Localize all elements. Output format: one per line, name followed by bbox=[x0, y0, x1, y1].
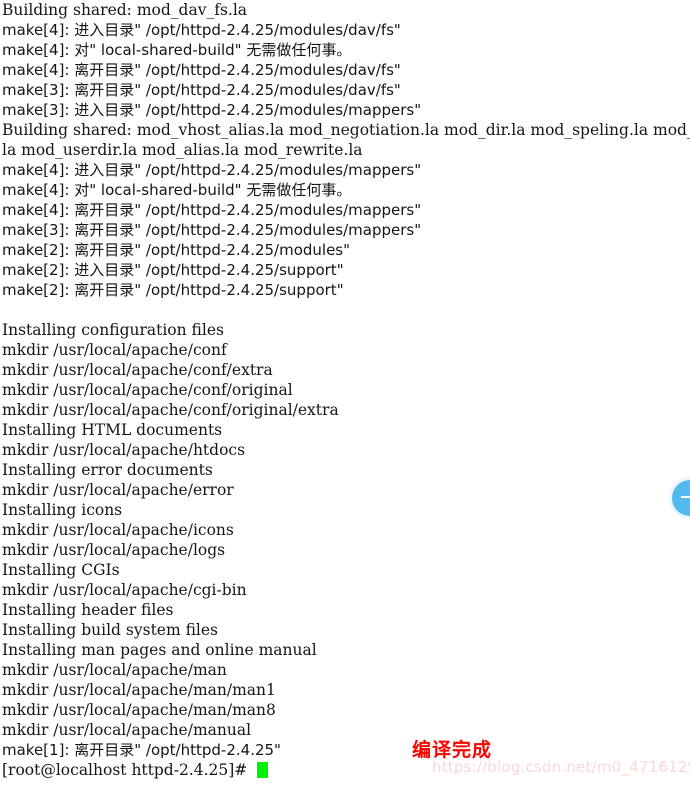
terminal-line: make[4]: 离开目录" /opt/httpd-2.4.25/modules… bbox=[2, 61, 401, 79]
terminal-line: Building shared: mod_vhost_alias.la mod_… bbox=[2, 121, 690, 139]
terminal-line: make[4]: 进入目录" /opt/httpd-2.4.25/modules… bbox=[2, 161, 422, 179]
terminal-line: make[4]: 离开目录" /opt/httpd-2.4.25/modules… bbox=[2, 201, 422, 219]
terminal-line: mkdir /usr/local/apache/conf/original/ex… bbox=[2, 401, 339, 419]
terminal-line: Installing icons bbox=[2, 501, 123, 519]
terminal-line: mkdir /usr/local/apache/conf bbox=[2, 341, 227, 359]
terminal-line: Installing configuration files bbox=[2, 321, 224, 339]
terminal-line: la mod_userdir.la mod_alias.la mod_rewri… bbox=[2, 141, 363, 159]
terminal-line: make[2]: 离开目录" /opt/httpd-2.4.25/support… bbox=[2, 281, 344, 299]
cursor-block bbox=[257, 762, 269, 778]
terminal-line: make[3]: 离开目录" /opt/httpd-2.4.25/modules… bbox=[2, 81, 401, 99]
terminal-line: make[4]: 进入目录" /opt/httpd-2.4.25/modules… bbox=[2, 21, 401, 39]
terminal-line: mkdir /usr/local/apache/htdocs bbox=[2, 441, 246, 459]
terminal-line-make-exit: make[1]: 离开目录" /opt/httpd-2.4.25" bbox=[2, 741, 281, 759]
terminal-line: Building shared: mod_dav_fs.la bbox=[2, 1, 248, 19]
terminal-line: make[4]: 对" local-shared-build" 无需做任何事。 bbox=[2, 41, 352, 59]
terminal-line: mkdir /usr/local/apache/manual bbox=[2, 721, 252, 739]
shell-prompt: [root@localhost httpd-2.4.25]# bbox=[2, 761, 253, 779]
terminal-line: mkdir /usr/local/apache/cgi-bin bbox=[2, 581, 247, 599]
terminal-line: Installing build system files bbox=[2, 621, 219, 639]
terminal-line: make[4]: 对" local-shared-build" 无需做任何事。 bbox=[2, 181, 352, 199]
csdn-watermark: https://blog.csdn.net/m0_47161295 bbox=[432, 758, 690, 776]
terminal-line: mkdir /usr/local/apache/man/man8 bbox=[2, 701, 276, 719]
terminal-line: mkdir /usr/local/apache/conf/original bbox=[2, 381, 293, 399]
terminal-line: make[2]: 离开目录" /opt/httpd-2.4.25/modules… bbox=[2, 241, 351, 259]
terminal-line: make[2]: 进入目录" /opt/httpd-2.4.25/support… bbox=[2, 261, 344, 279]
minus-icon bbox=[681, 496, 690, 498]
terminal-line: mkdir /usr/local/apache/conf/extra bbox=[2, 361, 273, 379]
terminal-line: Installing man pages and online manual bbox=[2, 641, 317, 659]
terminal-line: mkdir /usr/local/apache/man bbox=[2, 661, 227, 679]
terminal-line: make[3]: 离开目录" /opt/httpd-2.4.25/modules… bbox=[2, 221, 422, 239]
terminal-line: Installing error documents bbox=[2, 461, 213, 479]
terminal-line: make[3]: 进入目录" /opt/httpd-2.4.25/modules… bbox=[2, 101, 422, 119]
terminal-line: Installing header files bbox=[2, 601, 174, 619]
terminal-output[interactable]: Building shared: mod_dav_fs.la make[4]: … bbox=[0, 0, 690, 787]
terminal-line: Installing HTML documents bbox=[2, 421, 223, 439]
terminal-line: Installing CGIs bbox=[2, 561, 120, 579]
terminal-line: mkdir /usr/local/apache/logs bbox=[2, 541, 226, 559]
terminal-line: mkdir /usr/local/apache/error bbox=[2, 481, 234, 499]
terminal-line: mkdir /usr/local/apache/man/man1 bbox=[2, 681, 276, 699]
terminal-line: mkdir /usr/local/apache/icons bbox=[2, 521, 234, 539]
